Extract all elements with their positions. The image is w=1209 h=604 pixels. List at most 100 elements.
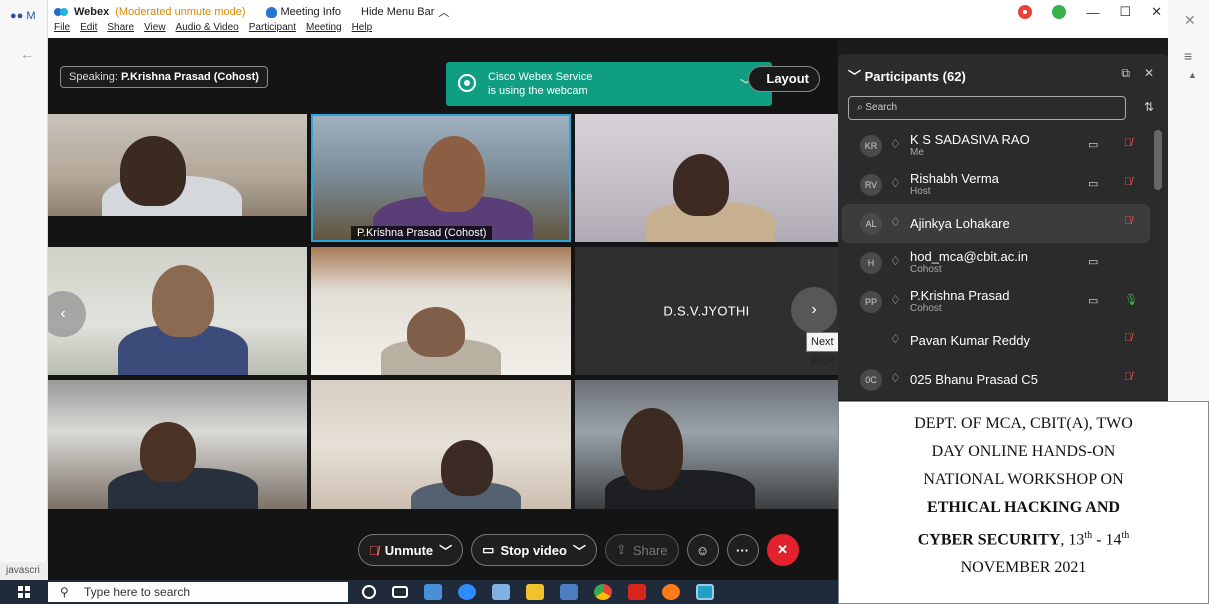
popout-icon[interactable]: ⧉ bbox=[1121, 66, 1130, 81]
raise-hand-icon: ♢ bbox=[890, 176, 901, 190]
unmute-button[interactable]: 🎙̸ Unmute ﹀ bbox=[358, 534, 464, 566]
reactions-button[interactable]: ☺ bbox=[686, 534, 719, 566]
speaking-prefix: Speaking: bbox=[69, 71, 118, 83]
stop-video-button[interactable]: ▭ Stop video ﹀ bbox=[471, 534, 597, 566]
avatar: PP bbox=[860, 291, 882, 313]
participant-list: KR ♢ K S SADASIVA RAO Me ▭ 🎙̸ RV ♢ Risha… bbox=[842, 126, 1150, 399]
video-tile[interactable] bbox=[575, 380, 838, 509]
mic-muted-icon: 🎙̸ bbox=[1124, 215, 1133, 227]
menu-participant[interactable]: Participant bbox=[249, 22, 296, 33]
participants-title: Participants (62) bbox=[864, 69, 966, 84]
layout-button[interactable]: Layout bbox=[748, 66, 820, 92]
participant-row-highlighted[interactable]: AL ♢ Ajinkya Lohakare 🎙̸ bbox=[842, 204, 1150, 243]
caption-sup-2: th bbox=[1121, 530, 1130, 541]
file-explorer-icon[interactable] bbox=[526, 584, 544, 600]
meeting-info-label: Meeting Info bbox=[280, 6, 342, 18]
participant-row[interactable]: H ♢ hod_mca@cbit.ac.in Cohost ▭ bbox=[842, 243, 1150, 282]
active-video-tile[interactable]: P.Krishna Prasad (Cohost) bbox=[311, 114, 571, 242]
next-page-button[interactable]: › bbox=[791, 287, 837, 333]
minimize-icon[interactable]: — bbox=[1086, 5, 1099, 20]
video-tile[interactable] bbox=[311, 380, 571, 509]
hamburger-menu-icon[interactable]: ≡ bbox=[1184, 48, 1192, 64]
taskbar-apps bbox=[362, 582, 714, 602]
sort-icon[interactable]: ⇅ bbox=[1144, 100, 1154, 114]
meeting-info-button[interactable]: Meeting Info bbox=[265, 6, 342, 18]
network-health-icon[interactable] bbox=[1052, 5, 1067, 19]
more-options-button[interactable]: ··· bbox=[726, 534, 759, 566]
app-name: Webex bbox=[74, 6, 110, 18]
taskbar-search-input[interactable]: ⚲ Type here to search bbox=[48, 582, 348, 602]
chrome-icon[interactable] bbox=[594, 584, 612, 600]
menu-edit[interactable]: Edit bbox=[80, 22, 97, 33]
webcam-notification[interactable]: Cisco Webex Service is using the webcam … bbox=[446, 62, 772, 106]
participant-head bbox=[441, 440, 493, 496]
raise-hand-icon: ♢ bbox=[890, 332, 901, 346]
participant-row[interactable]: ♢ Pavan Kumar Reddy 🎙̸ bbox=[842, 321, 1150, 360]
firefox-icon[interactable] bbox=[662, 584, 680, 600]
no-video-tile[interactable]: D.S.V.JYOTHI › bbox=[575, 247, 838, 375]
participant-head bbox=[621, 408, 683, 490]
cortana-icon[interactable] bbox=[362, 585, 376, 599]
title-bar: Webex (Moderated unmute mode) Meeting In… bbox=[48, 0, 1168, 38]
caption-bold-subtitle: CYBER SECURITY bbox=[917, 531, 1061, 549]
menu-file[interactable]: File bbox=[54, 22, 70, 33]
menu-meeting[interactable]: Meeting bbox=[306, 22, 342, 33]
file-app-icon[interactable] bbox=[424, 584, 442, 600]
participants-header: ﹀ Participants (62) bbox=[848, 66, 966, 85]
search-icon: ⚲ bbox=[60, 585, 69, 599]
participant-row[interactable]: 0C ♢ 025 Bhanu Prasad C5 🎙̸ bbox=[842, 360, 1150, 399]
mic-on-icon: 🎙 bbox=[1124, 294, 1138, 306]
scroll-up-icon[interactable]: ▲ bbox=[1188, 70, 1197, 80]
participant-name: Pavan Kumar Reddy bbox=[910, 333, 1030, 348]
webex-taskbar-icon[interactable] bbox=[696, 584, 714, 600]
close-window-icon[interactable]: ✕ bbox=[1151, 4, 1162, 20]
participant-row[interactable]: KR ♢ K S SADASIVA RAO Me ▭ 🎙̸ bbox=[842, 126, 1150, 165]
task-view-icon[interactable] bbox=[392, 586, 408, 598]
leave-meeting-button[interactable]: ✕ bbox=[766, 534, 799, 566]
previous-page-button[interactable]: ‹ bbox=[48, 291, 86, 337]
acrobat-icon[interactable] bbox=[628, 584, 646, 600]
notepad-icon[interactable] bbox=[560, 584, 578, 600]
webcam-icon bbox=[458, 74, 476, 92]
paint-icon[interactable] bbox=[492, 584, 510, 600]
collapse-chevron-icon[interactable]: ﹀ bbox=[848, 69, 865, 84]
participant-head bbox=[673, 154, 729, 216]
menu-audio-video[interactable]: Audio & Video bbox=[176, 22, 239, 33]
participant-row[interactable]: RV ♢ Rishabh Verma Host ▭ 🎙̸ bbox=[842, 165, 1150, 204]
windows-start-icon[interactable] bbox=[18, 586, 30, 598]
video-tile[interactable] bbox=[311, 247, 571, 375]
participant-role: Me bbox=[910, 147, 924, 158]
avatar: AL bbox=[860, 213, 882, 235]
participant-row[interactable]: PP ♢ P.Krishna Prasad Cohost ▭ 🎙 bbox=[842, 282, 1150, 321]
caption-line-3: NATIONAL WORKSHOP ON bbox=[923, 471, 1124, 488]
video-tile[interactable] bbox=[48, 380, 307, 509]
participant-list-scrollbar[interactable] bbox=[1154, 130, 1162, 190]
maximize-icon[interactable]: ☐ bbox=[1119, 4, 1131, 20]
close-icon[interactable]: ✕ bbox=[1184, 12, 1196, 29]
unmute-label: Unmute bbox=[384, 542, 434, 558]
participant-role: Host bbox=[910, 186, 931, 197]
menu-view[interactable]: View bbox=[144, 22, 166, 33]
share-button[interactable]: ⇪ Share bbox=[604, 534, 679, 566]
back-arrow-icon[interactable]: ← bbox=[20, 46, 34, 62]
menu-share[interactable]: Share bbox=[107, 22, 134, 33]
participant-name: K S SADASIVA RAO bbox=[910, 132, 1030, 147]
zoom-icon[interactable] bbox=[458, 584, 476, 600]
panel-actions: ⧉ ✕ bbox=[1121, 66, 1154, 81]
participant-name: hod_mca@cbit.ac.in bbox=[910, 249, 1028, 264]
webex-logo-icon bbox=[54, 8, 68, 16]
video-tile[interactable]: ‹ bbox=[48, 247, 307, 375]
video-tile[interactable] bbox=[48, 114, 307, 216]
close-panel-icon[interactable]: ✕ bbox=[1144, 66, 1154, 81]
recording-icon[interactable] bbox=[1018, 5, 1033, 19]
avatar: 0C bbox=[860, 369, 882, 391]
shield-icon bbox=[265, 6, 277, 18]
participant-search-input[interactable]: ⌕ Search bbox=[848, 96, 1126, 120]
participant-name: 025 Bhanu Prasad C5 bbox=[910, 372, 1038, 387]
speaking-name: P.Krishna Prasad (Cohost) bbox=[121, 71, 259, 83]
browser-tab[interactable]: ●● M bbox=[10, 10, 36, 22]
video-tile[interactable] bbox=[575, 114, 838, 242]
hide-menu-bar-button[interactable]: Hide Menu Bar ︿ bbox=[361, 4, 449, 20]
menu-help[interactable]: Help bbox=[352, 22, 373, 33]
active-speaker-banner: Speaking: P.Krishna Prasad (Cohost) bbox=[60, 66, 268, 88]
